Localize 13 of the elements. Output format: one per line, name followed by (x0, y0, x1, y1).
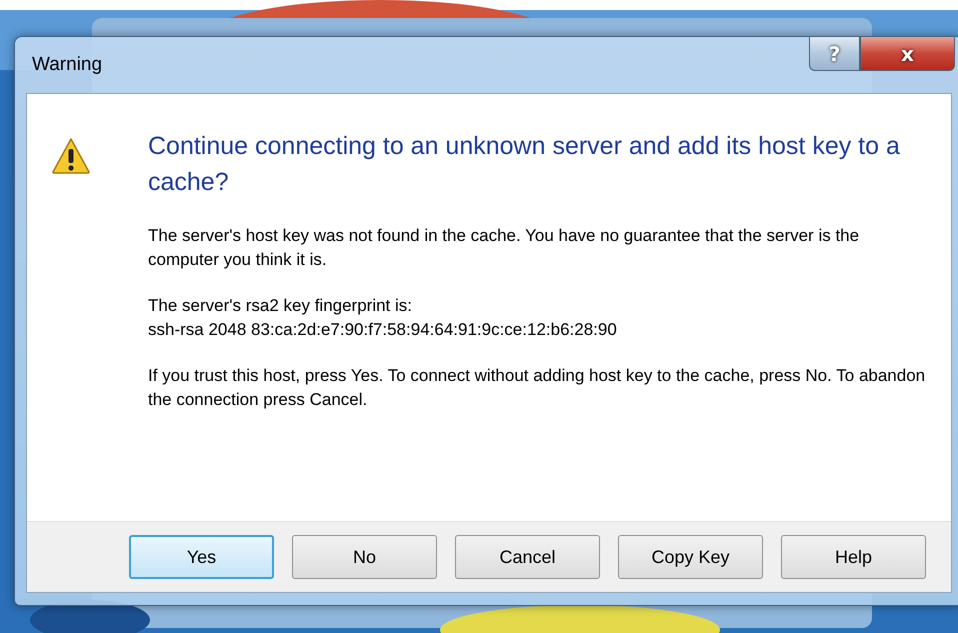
dialog-button[interactable]: Cancel (455, 535, 600, 579)
message-text: The server's host key was not found in the cache. You have no guarantee that the server is the computer you think it is. (148, 225, 860, 271)
dialog-button[interactable]: Yes (129, 535, 274, 579)
message-text: The server's rsa2 key fingerprint is: (148, 295, 414, 317)
dialog-heading: Continue connecting to an unknown server and add its host key to a cache? (148, 131, 901, 198)
window-title: Warning (31, 54, 102, 76)
dialog-button[interactable]: Help (781, 535, 926, 579)
warning-icon (52, 138, 90, 174)
close-button[interactable]: x (860, 36, 955, 71)
message-text: If you trust this host, press Yes. To connect without adding host key to the cache, press No. To abandon the connection press Cancel. (148, 365, 926, 411)
dialog-button[interactable]: No (292, 535, 437, 579)
message-text: ssh-rsa 2048 83:ca:2d:e7:90:f7:58:94:64:91:9c:ce:12:b6:28:90 (148, 319, 618, 341)
dialog-button[interactable]: Copy Key (618, 535, 763, 579)
